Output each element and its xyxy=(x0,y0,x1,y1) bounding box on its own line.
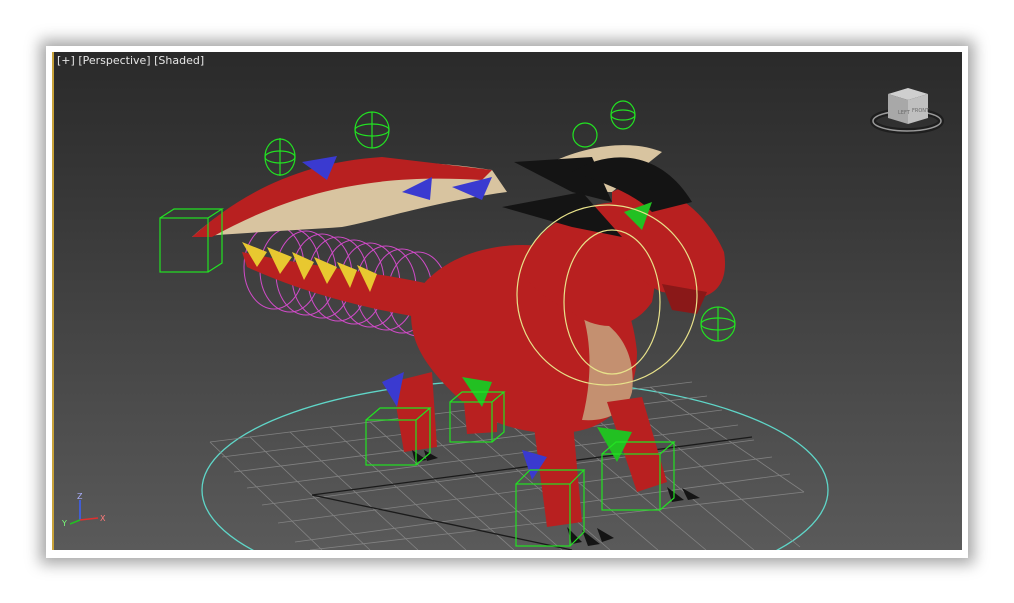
perspective-viewport[interactable]: [+] [Perspective] [Shaded] LEFT FRONT Z … xyxy=(52,52,962,550)
axis-y-label: Y xyxy=(61,519,67,528)
viewcube-left-label: LEFT xyxy=(898,110,911,116)
viewport-label: [+] [Perspective] [Shaded] xyxy=(57,54,204,67)
axis-z-label: Z xyxy=(77,492,83,501)
viewcube[interactable]: LEFT FRONT xyxy=(870,84,948,136)
viewport-view-label[interactable]: [Perspective] xyxy=(78,54,150,67)
viewport-shading-label[interactable]: [Shaded] xyxy=(154,54,204,67)
axis-x-label: X xyxy=(100,514,106,523)
scene-canvas[interactable] xyxy=(52,52,962,550)
viewport-menu-button[interactable]: [+] xyxy=(57,54,75,67)
axis-tripod: Z X Y xyxy=(61,492,106,528)
viewcube-front-label: FRONT xyxy=(912,108,930,114)
